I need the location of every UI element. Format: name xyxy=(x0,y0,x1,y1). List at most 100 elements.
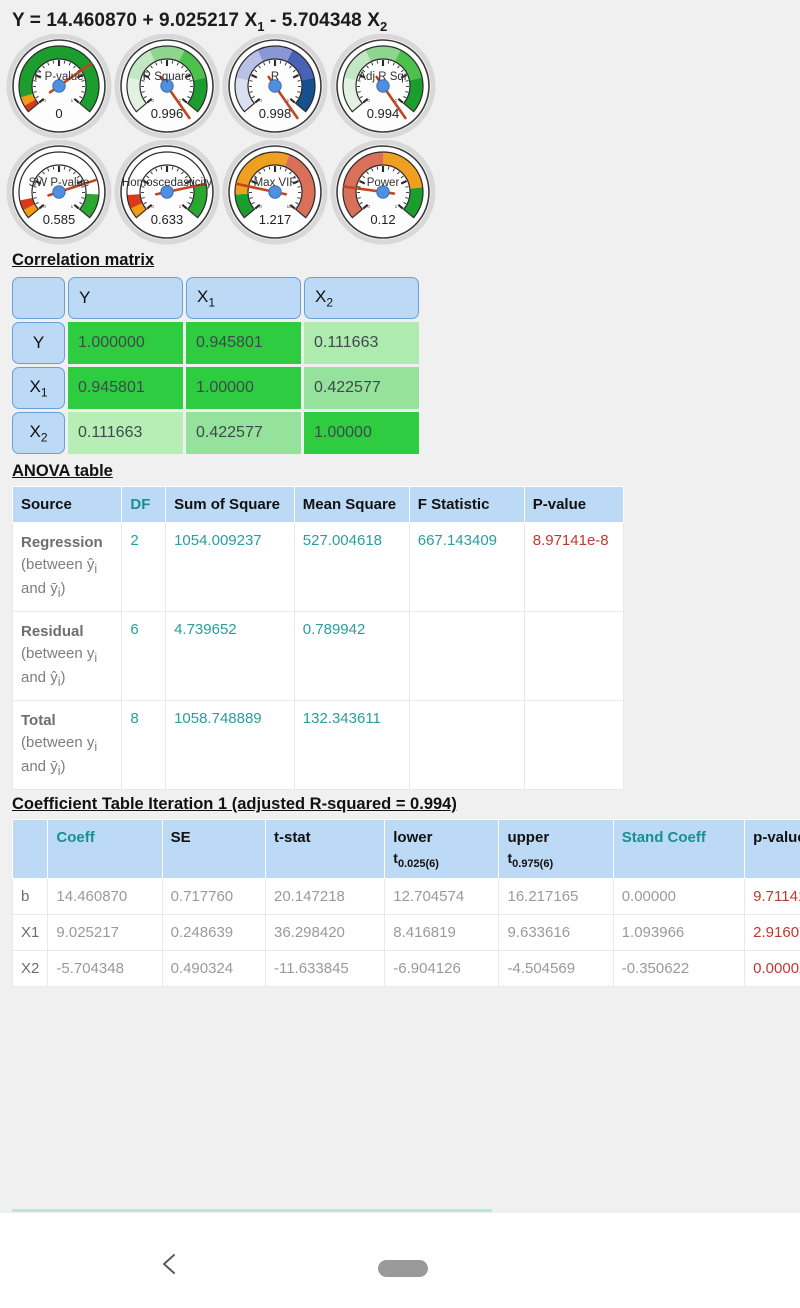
anova-caption: ANOVA table xyxy=(12,462,113,481)
coefficient-stand-coeff: 1.093966 xyxy=(612,914,746,952)
coefficient-upper: 16.217165 xyxy=(498,878,614,916)
coefficient-se: 0.248639 xyxy=(161,914,266,952)
gauge-title: R Square xyxy=(142,70,192,83)
correlation-cell: 0.111663 xyxy=(304,322,419,365)
gauge-sw-p-value: 0 1 SW P-value 0.585 xyxy=(5,139,113,246)
anova-df: 8 xyxy=(121,700,167,791)
correlation-col-header: Y xyxy=(68,277,183,320)
anova-mean-square: 0.789942 xyxy=(293,611,410,702)
coefficient-row-label: b xyxy=(11,878,49,916)
anova-col-header: F Statistic xyxy=(408,486,525,524)
equation-sub2: 2 xyxy=(379,18,388,34)
gauge-title: Power xyxy=(366,176,400,189)
anova-col-header: P-value xyxy=(523,486,625,524)
coefficient-col-header: Stand Coeff xyxy=(612,818,746,880)
home-pill-icon[interactable] xyxy=(378,1260,428,1277)
correlation-cell: 0.422577 xyxy=(186,412,301,455)
anova-col-header: DF xyxy=(121,486,167,524)
gauge-homoscedasticity: 0 1 Homoscedasticity 0.633 xyxy=(113,139,221,246)
coefficient-p-value: 0.0000242933 xyxy=(744,950,800,988)
coefficient-row-label: X2 xyxy=(11,950,49,988)
coefficient-col-header: p-value xyxy=(744,818,800,880)
anova-df: 2 xyxy=(121,522,167,613)
coefficient-t-stat: -11.633845 xyxy=(264,950,386,988)
scroll-progress-indicator xyxy=(12,1209,492,1212)
correlation-cell: 0.422577 xyxy=(304,367,419,410)
anova-df: 6 xyxy=(121,611,167,702)
coefficient-lower: 12.704574 xyxy=(384,878,500,916)
anova-f-statistic xyxy=(408,700,525,791)
coefficient-p-value: 9.71141e-7 xyxy=(744,878,800,916)
correlation-cell: 1.00000 xyxy=(304,412,419,455)
gauge-value: 0 xyxy=(55,105,63,121)
svg-text:0: 0 xyxy=(259,204,262,209)
gauge-title: SW P-value xyxy=(28,176,90,189)
coefficient-t-stat: 20.147218 xyxy=(264,878,386,916)
anova-source-label: Total (between yi and ȳi) xyxy=(11,700,123,791)
coefficient-se: 0.717760 xyxy=(161,878,266,916)
anova-p-value xyxy=(523,611,625,702)
coefficient-stand-coeff: -0.350622 xyxy=(612,950,746,988)
coefficient-col-header: lower t0.025(6) xyxy=(384,818,500,880)
correlation-row: X1 0.945801 1.00000 0.422577 xyxy=(12,367,419,410)
gauge-value: 0.994 xyxy=(366,105,400,121)
correlation-cell: 1.00000 xyxy=(186,367,301,410)
svg-text:1: 1 xyxy=(395,204,398,209)
anova-col-header: Mean Square xyxy=(293,486,410,524)
anova-source-label: Regression (between ŷi and ȳi) xyxy=(11,522,123,613)
gauge-title: F P-value xyxy=(34,70,84,83)
anova-mean-square: 132.343611 xyxy=(293,700,410,791)
anova-table: Source DF Sum of Square Mean Square F Statis… xyxy=(11,486,625,791)
gauge-value: 0.633 xyxy=(150,211,184,227)
anova-col-header: Sum of Square xyxy=(165,486,295,524)
gauge-value: 1.217 xyxy=(258,211,292,227)
correlation-cell: 0.111663 xyxy=(68,412,183,455)
anova-header-row: Source DF Sum of Square Mean Square F Statis… xyxy=(11,486,625,524)
gauge-row-bottom: 0 1 SW P-value 0.585 0 1 Homoscedasticity 0.633… xyxy=(0,139,800,246)
equation-sub1: 1 xyxy=(257,18,265,34)
gauge-title: Homoscedasticity xyxy=(121,176,213,189)
anova-f-statistic xyxy=(408,611,525,702)
gauge-title: Adj R Sqr xyxy=(358,70,408,83)
coefficient-col-header: SE xyxy=(161,818,266,880)
svg-text:0: 0 xyxy=(151,204,154,209)
coefficient-table: Coeff SE t-stat lower t0.025(6) upper t0.975(6… xyxy=(11,818,800,988)
gauge-value: 0.585 xyxy=(42,211,76,227)
gauge-adj-r-sqr: 0 1 Adj R Sqr 0.994 xyxy=(329,33,437,140)
correlation-row: X2 0.111663 0.422577 1.00000 xyxy=(12,412,419,455)
gauge-value: 0.998 xyxy=(258,105,292,121)
back-icon[interactable] xyxy=(155,1249,185,1279)
coefficient-row-label: X1 xyxy=(11,914,49,952)
svg-text:1: 1 xyxy=(71,98,74,103)
svg-text:0: 0 xyxy=(151,98,154,103)
anova-p-value: 8.97141e-8 xyxy=(523,522,625,613)
coefficient-stand-coeff: 0.00000 xyxy=(612,878,746,916)
gauge-value: 0.12 xyxy=(370,211,396,227)
coefficient-table-scroll[interactable]: Coeff SE t-stat lower t0.025(6) upper t0.975(6… xyxy=(0,818,800,988)
svg-text:0: 0 xyxy=(43,98,46,103)
system-navigation-bar xyxy=(0,1213,800,1308)
correlation-row: Y 1.000000 0.945801 0.111663 xyxy=(12,322,419,365)
regression-equation: Y = 14.460870 + 9.025217 X1 - 5.704348 X… xyxy=(0,0,800,34)
corner-cell xyxy=(12,277,65,320)
correlation-cell: 0.945801 xyxy=(68,367,183,410)
svg-text:0: 0 xyxy=(367,204,370,209)
anova-source-label: Residual (between yi and ŷi) xyxy=(11,611,123,702)
correlation-cell: 0.945801 xyxy=(186,322,301,365)
equation-mid: - 5.704348 X xyxy=(264,10,380,31)
gauge-title: R xyxy=(270,70,280,83)
scroll-content[interactable]: Y = 14.460870 + 9.025217 X1 - 5.704348 X… xyxy=(0,0,800,1213)
coefficient-p-value: 2.91607e-8 xyxy=(744,914,800,952)
coefficient-lower: -6.904126 xyxy=(384,950,500,988)
anova-p-value xyxy=(523,700,625,791)
gauge-value: 0.996 xyxy=(150,105,184,121)
anova-sum-of-square: 1054.009237 xyxy=(165,522,295,613)
coefficient-t-stat: 36.298420 xyxy=(264,914,386,952)
equation-prefix: Y = 14.460870 + 9.025217 X xyxy=(12,10,258,31)
correlation-matrix-caption: Correlation matrix xyxy=(12,250,155,269)
coefficient-lower: 8.416819 xyxy=(384,914,500,952)
svg-text:1: 1 xyxy=(179,204,182,209)
anova-row: Regression (between ŷi and ȳi) 2 1054.00923… xyxy=(11,522,625,613)
coefficient-row: X2 -5.704348 0.490324 -11.633845 -6.904126 -4… xyxy=(11,950,800,988)
anova-row: Total (between yi and ȳi) 8 1058.748889 132.… xyxy=(11,700,625,791)
